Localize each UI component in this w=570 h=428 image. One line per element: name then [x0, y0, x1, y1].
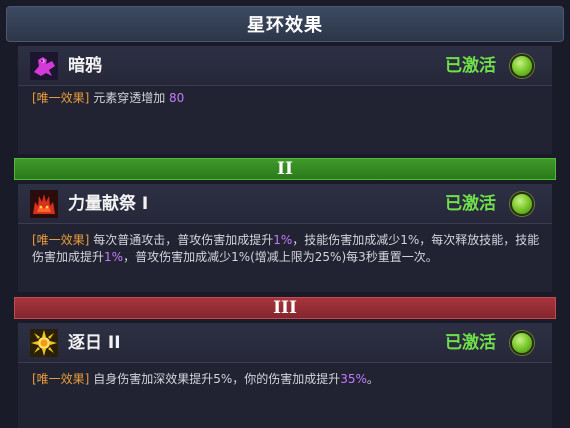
effect-description: [唯一效果] 自身伤害加深效果提升5%，你的伤害加成提升35%。 [32, 371, 542, 388]
desc-value: 1% [104, 250, 124, 264]
demon-fire-icon [30, 190, 58, 218]
effect-header: 力量献祭 I 已激活 [18, 184, 552, 224]
effect-name: 逐日 II [68, 333, 121, 353]
unique-effect-tag: [唯一效果] [32, 372, 90, 386]
effect-header: 暗鸦 已激活 [18, 46, 552, 86]
desc-value: 80 [169, 91, 185, 105]
sun-icon [30, 329, 58, 357]
status-activated: 已激活 [445, 333, 496, 353]
unique-effect-tag: [唯一效果] [32, 91, 90, 105]
desc-text: 。 [366, 372, 379, 386]
effect-description: [唯一效果] 元素穿透增加 80 [32, 90, 542, 107]
effect-header: 逐日 II 已激活 [18, 323, 552, 363]
effect-card-raven: 暗鸦 已激活 [唯一效果] 元素穿透增加 80 [18, 46, 552, 154]
desc-text: 每次普通攻击，普攻伤害加成提升 [93, 233, 274, 247]
desc-text: 元素穿透增加 [93, 91, 166, 105]
effect-card-power-sacrifice: 力量献祭 I 已激活 [唯一效果] 每次普通攻击，普攻伤害加成提升1%，技能伤害… [18, 184, 552, 292]
panel-title: 星环效果 [6, 6, 564, 42]
effect-name: 力量献祭 I [68, 194, 149, 214]
desc-value: 1% [273, 233, 293, 247]
effect-name: 暗鸦 [68, 56, 102, 76]
desc-text: 自身伤害加深效果提升5%，你的伤害加成提升 [93, 372, 341, 386]
green-orb-icon [510, 331, 534, 355]
effect-description: [唯一效果] 每次普通攻击，普攻伤害加成提升1%，技能伤害加成减少1%，每次释放… [32, 232, 542, 266]
status-activated: 已激活 [445, 194, 496, 214]
tier-divider-iii: III [14, 297, 556, 319]
status-activated: 已激活 [445, 56, 496, 76]
tier-divider-ii: II [14, 158, 556, 180]
green-orb-icon [510, 54, 534, 78]
effect-card-sun-chase: 逐日 II 已激活 [唯一效果] 自身伤害加深效果提升5%，你的伤害加成提升35… [18, 323, 552, 428]
green-orb-icon [510, 192, 534, 216]
desc-value: 35% [340, 372, 367, 386]
unique-effect-tag: [唯一效果] [32, 233, 90, 247]
raven-icon [30, 52, 58, 80]
desc-text: ，普攻伤害加成减少1%(增减上限为25%)每3秒重置一次。 [123, 250, 438, 264]
